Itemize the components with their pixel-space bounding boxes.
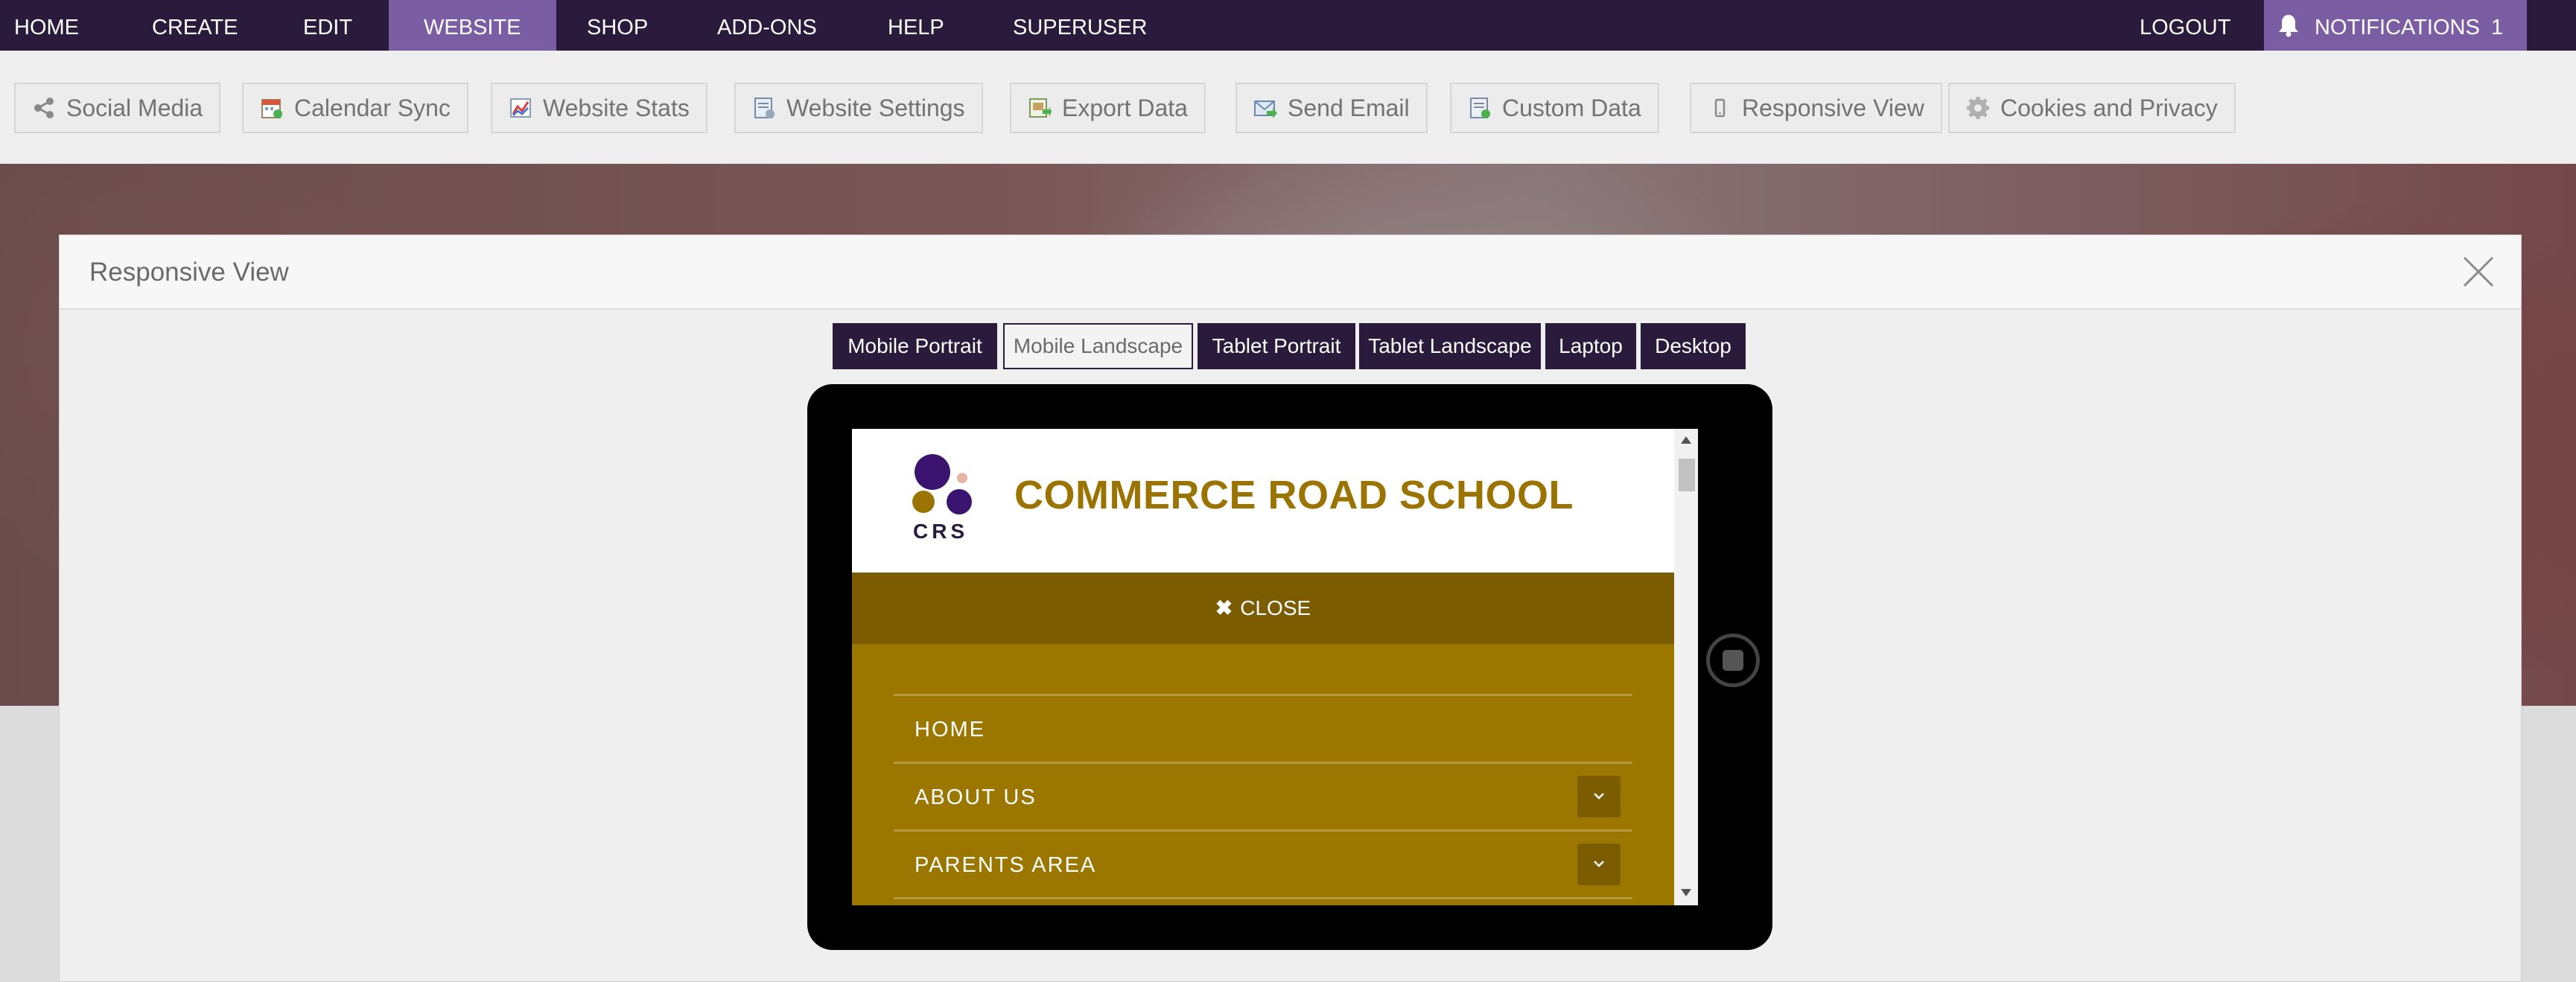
responsive-view-button[interactable]: Responsive View [1690, 83, 1942, 133]
nav-edit[interactable]: EDIT [303, 0, 352, 51]
menu-item-about-us[interactable]: ABOUT US [894, 764, 1632, 829]
device-preview-frame: CRS COMMERCE ROAD SCHOOL ✖ CLOSE HOME ABO… [807, 384, 1772, 950]
menu-divider [894, 897, 1632, 899]
social-media-button[interactable]: Social Media [14, 83, 221, 133]
logout-link[interactable]: LOGOUT [2140, 0, 2230, 51]
notifications-count: 1 [2491, 16, 2504, 39]
website-settings-label: Website Settings [786, 94, 965, 121]
logo-text: CRS [913, 520, 969, 543]
menu-item-label: ABOUT US [915, 785, 1037, 809]
settings-doc-icon [754, 98, 775, 118]
menu-item-label: PARENTS AREA [915, 853, 1097, 877]
close-icon[interactable] [2461, 255, 2496, 289]
school-logo: CRS [910, 451, 985, 548]
scroll-up-arrow-icon[interactable] [1681, 436, 1691, 444]
notifications-label: NOTIFICATIONS [2315, 16, 2480, 39]
device-tablet-landscape[interactable]: Tablet Landscape [1359, 323, 1541, 369]
notifications-button[interactable]: NOTIFICATIONS 1 [2264, 0, 2527, 51]
menu-item-label: HOME [915, 718, 985, 742]
cookie-gear-icon [1967, 97, 1989, 119]
site-header: CRS COMMERCE ROAD SCHOOL [852, 429, 1674, 573]
menu-item-parents-area[interactable]: PARENTS AREA [894, 832, 1632, 897]
custom-data-icon [1470, 98, 1490, 118]
chart-icon [510, 98, 531, 118]
preview-screen[interactable]: CRS COMMERCE ROAD SCHOOL ✖ CLOSE HOME ABO… [852, 429, 1698, 905]
email-icon [1254, 101, 1277, 118]
device-home-button [1706, 634, 1760, 687]
custom-data-button[interactable]: Custom Data [1450, 83, 1659, 133]
nav-shop[interactable]: SHOP [587, 0, 648, 51]
export-data-label: Export Data [1062, 94, 1188, 121]
nav-add-ons[interactable]: ADD-ONS [717, 0, 817, 51]
send-email-button[interactable]: Send Email [1235, 83, 1428, 133]
share-icon [34, 98, 54, 118]
nav-website[interactable]: WEBSITE [389, 0, 556, 51]
website-settings-button[interactable]: Website Settings [734, 83, 983, 133]
export-data-button[interactable]: Export Data [1010, 83, 1206, 133]
device-mobile-portrait[interactable]: Mobile Portrait [833, 323, 997, 369]
calendar-sync-label: Calendar Sync [294, 94, 451, 121]
scroll-down-arrow-icon[interactable] [1681, 889, 1691, 896]
mobile-icon [1714, 98, 1726, 118]
custom-data-label: Custom Data [1502, 94, 1641, 121]
device-laptop[interactable]: Laptop [1545, 323, 1636, 369]
close-x-icon: ✖ [1215, 596, 1233, 619]
school-name: COMMERCE ROAD SCHOOL [1014, 473, 1574, 517]
cookies-privacy-button[interactable]: Cookies and Privacy [1948, 83, 2236, 133]
modal-header: Responsive View [60, 235, 2521, 310]
calendar-sync-button[interactable]: Calendar Sync [242, 83, 468, 133]
calendar-icon [261, 99, 282, 118]
menu-item-home[interactable]: HOME [894, 696, 1632, 762]
mobile-menu: HOME ABOUT US PARENTS AREA [852, 644, 1674, 905]
responsive-view-modal: Responsive View Mobile Portrait Mobile L… [59, 235, 2522, 982]
export-icon [1029, 98, 1052, 118]
nav-superuser[interactable]: SUPERUSER [1013, 0, 1148, 51]
website-stats-label: Website Stats [543, 94, 690, 121]
website-toolbar: Social Media Calendar Sync Website Stats… [0, 51, 2576, 165]
top-navigation: HOME CREATE EDIT WEBSITE SHOP ADD-ONS HE… [0, 0, 2576, 51]
menu-close-label: CLOSE [1240, 596, 1311, 619]
responsive-view-label: Responsive View [1742, 94, 1924, 121]
scroll-thumb[interactable] [1679, 459, 1695, 491]
device-tablet-portrait[interactable]: Tablet Portrait [1198, 323, 1355, 369]
device-mobile-landscape[interactable]: Mobile Landscape [1003, 323, 1193, 369]
nav-home[interactable]: HOME [14, 0, 79, 51]
bell-icon [2277, 13, 2300, 41]
nav-create[interactable]: CREATE [152, 0, 238, 51]
menu-close-button[interactable]: ✖ CLOSE [852, 573, 1674, 644]
chevron-down-icon[interactable] [1577, 844, 1621, 885]
preview-scrollbar[interactable] [1674, 429, 1698, 905]
cookies-privacy-label: Cookies and Privacy [2000, 94, 2218, 121]
website-stats-button[interactable]: Website Stats [491, 83, 707, 133]
device-desktop[interactable]: Desktop [1641, 323, 1746, 369]
nav-help[interactable]: HELP [888, 0, 944, 51]
send-email-label: Send Email [1288, 94, 1410, 121]
chevron-down-icon[interactable] [1577, 776, 1621, 817]
preview-website: CRS COMMERCE ROAD SCHOOL ✖ CLOSE HOME ABO… [852, 429, 1674, 905]
modal-title: Responsive View [89, 258, 289, 287]
social-media-label: Social Media [66, 94, 203, 121]
